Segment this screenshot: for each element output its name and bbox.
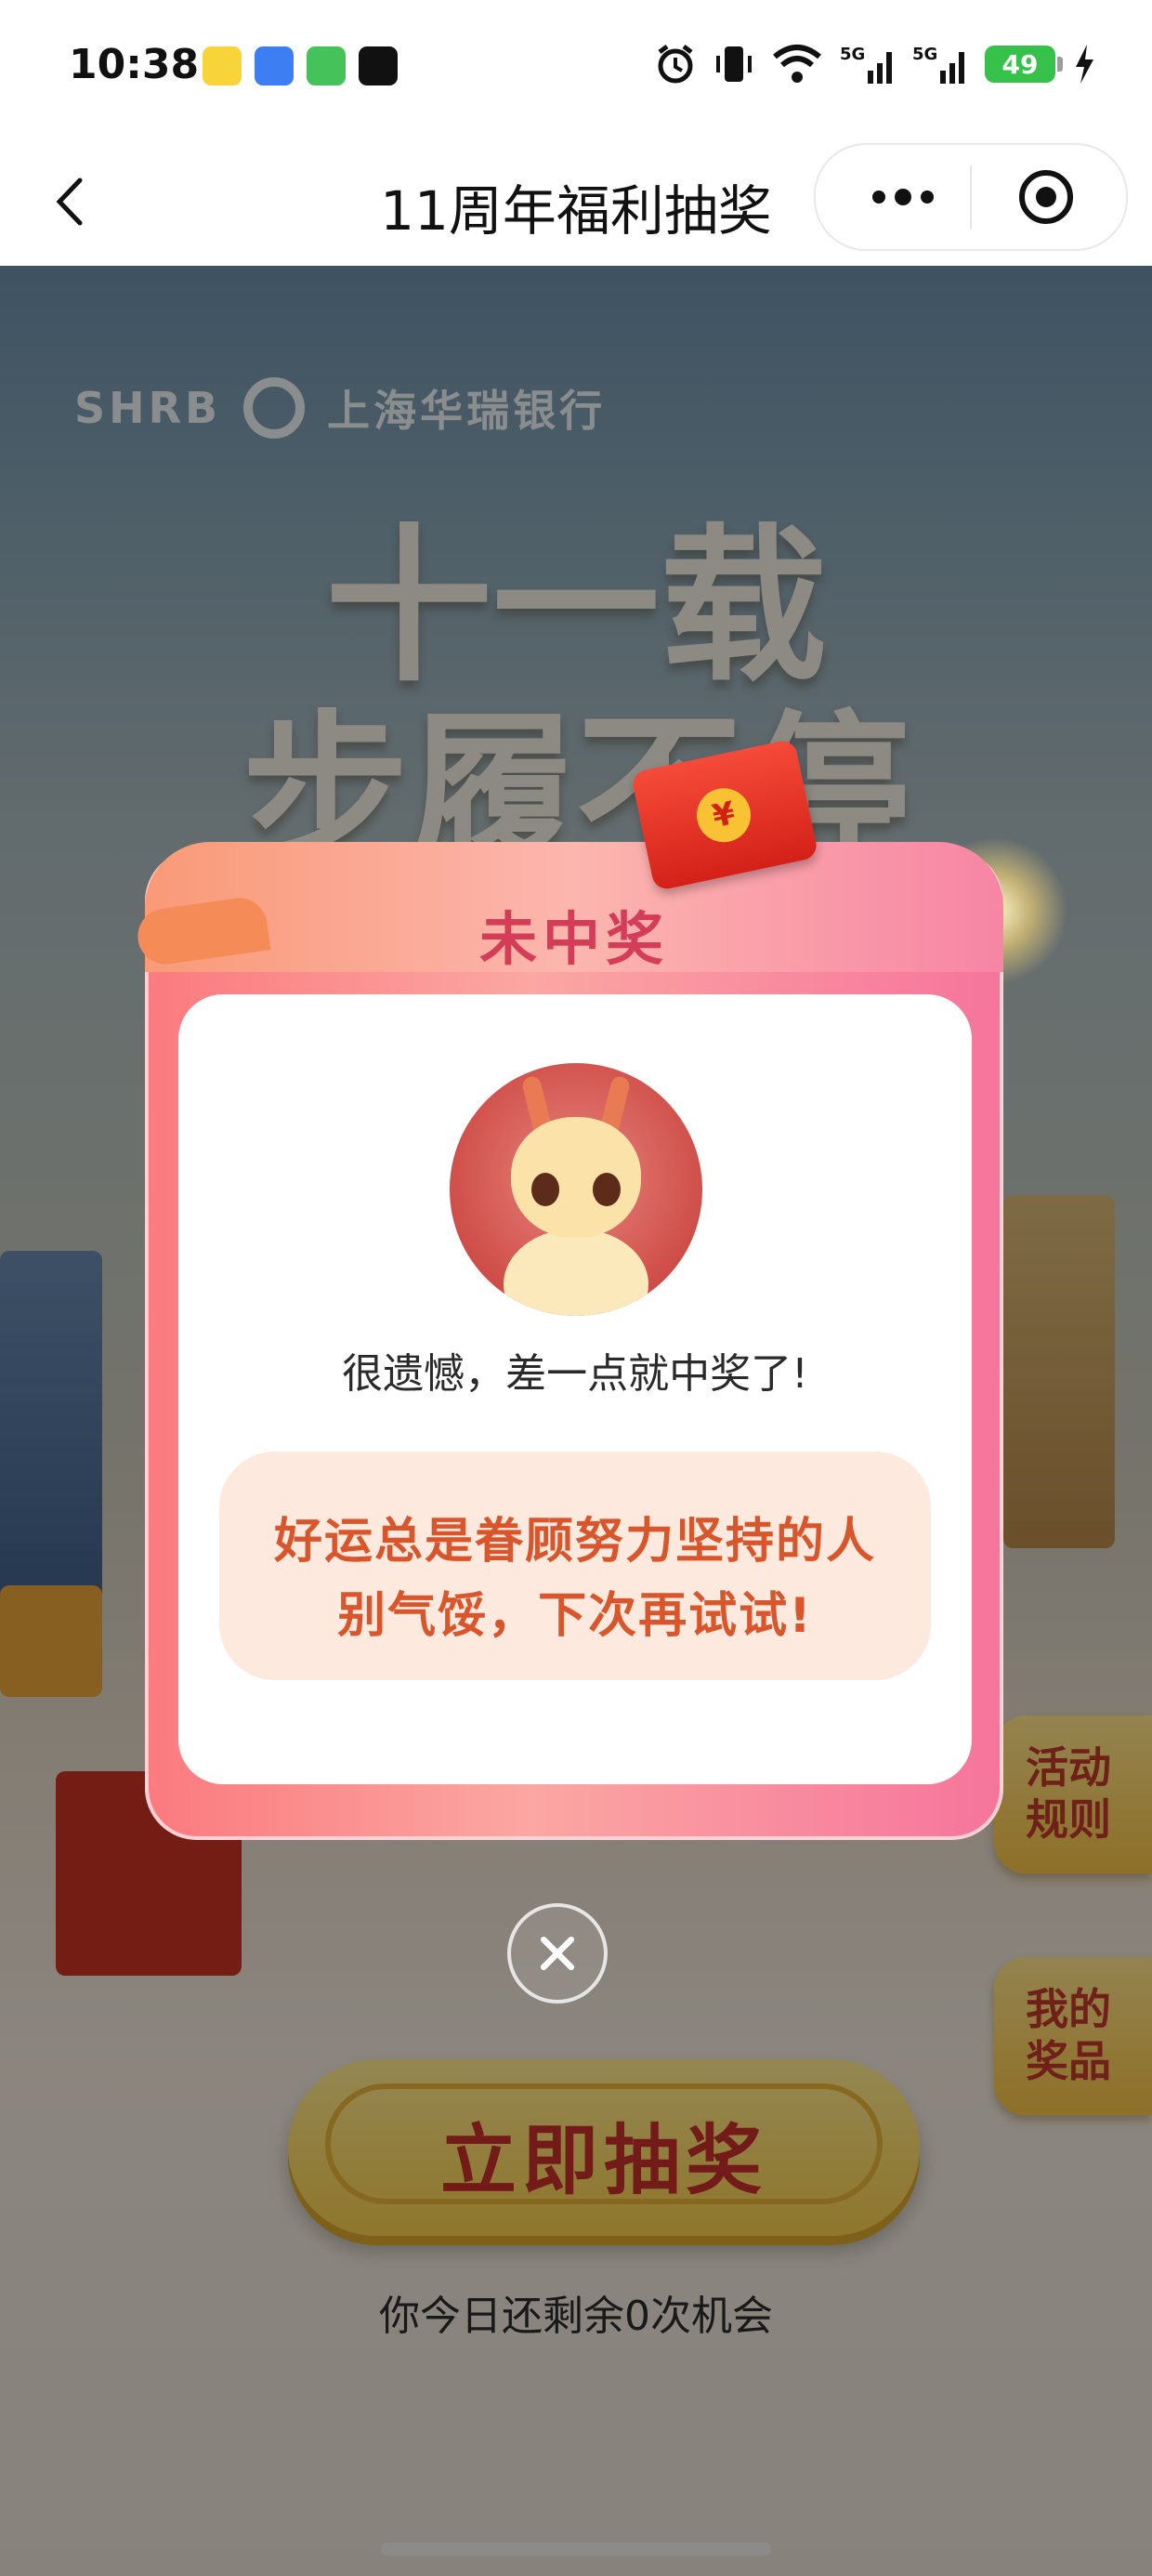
app-notification-icon	[203, 46, 242, 85]
more-icon[interactable]	[866, 178, 940, 216]
status-bar: 10:38 5G 5G 49	[0, 0, 1152, 139]
mascot-body	[504, 1229, 648, 1316]
dialog-message: 很遗憾，差一点就中奖了!	[342, 1350, 808, 1398]
wifi-icon	[773, 45, 821, 83]
app-notification-icon	[255, 46, 294, 85]
tiktok-notification-icon	[359, 46, 398, 85]
mascot-avatar	[450, 1063, 702, 1316]
signal-5g-icon: 5G	[840, 45, 892, 84]
svg-text:5G: 5G	[840, 45, 865, 64]
svg-text:5G: 5G	[912, 45, 937, 64]
mascot-eye	[531, 1173, 559, 1206]
encouragement-line-1: 好运总是眷顾努力坚持的人	[273, 1514, 876, 1570]
status-indicators: 5G 5G 49	[654, 43, 1096, 85]
mascot-face	[511, 1117, 641, 1238]
charging-icon	[1076, 45, 1093, 84]
page-title: 11周年福利抽奖	[380, 179, 772, 243]
status-time: 10:38	[69, 41, 200, 88]
encouragement-line-2: 别气馁，下次再试试!	[337, 1588, 813, 1644]
battery-indicator: 49	[985, 46, 1063, 83]
close-dialog-icon[interactable]	[507, 1903, 608, 2004]
signal-5g-icon: 5G	[912, 45, 964, 84]
notification-icons	[203, 46, 398, 85]
vibrate-icon	[716, 46, 752, 82]
close-mini-program-icon[interactable]	[1016, 167, 1076, 227]
nav-bar: 11周年福利抽奖	[0, 139, 1152, 266]
encouragement-box: 好运总是眷顾努力坚持的人 别气馁，下次再试试!	[219, 1452, 931, 1680]
mascot-eye	[593, 1173, 621, 1206]
message-notification-icon	[307, 46, 346, 85]
home-indicator[interactable]	[381, 2543, 771, 2556]
back-icon[interactable]	[43, 169, 98, 234]
capsule-divider	[970, 165, 972, 229]
yuan-coin-icon: ¥	[691, 782, 756, 848]
dialog-title: 未中奖	[478, 905, 669, 973]
alarm-icon	[658, 45, 693, 84]
mini-program-capsule	[814, 143, 1128, 251]
